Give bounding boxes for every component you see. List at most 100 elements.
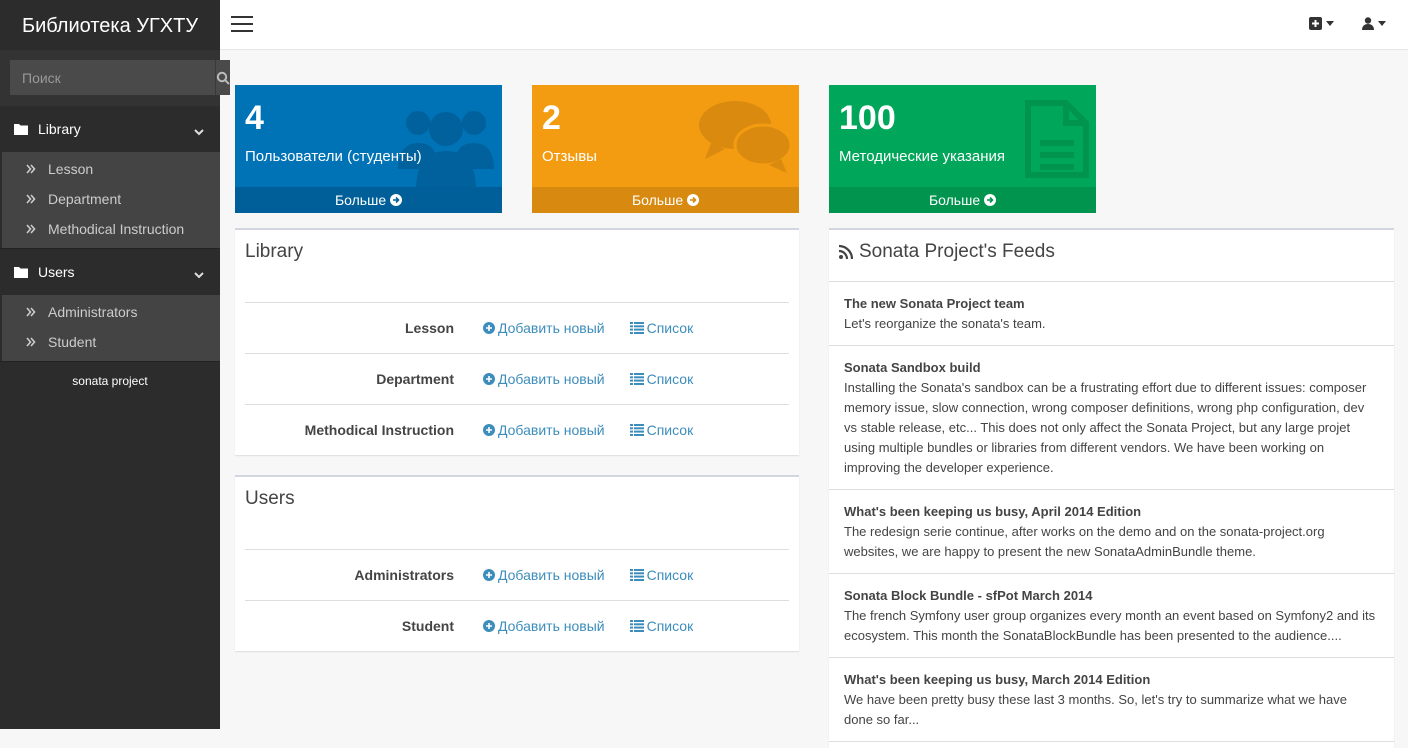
add-new-label: Добавить новый	[498, 320, 605, 336]
add-dropdown[interactable]	[1309, 17, 1334, 30]
list-item[interactable]: What's been keeping us busy, April 2014 …	[829, 490, 1394, 574]
plus-circle-icon	[483, 620, 495, 632]
nav-sub-library: Lesson Department Methodical Instruction	[0, 152, 220, 248]
plus-square-icon	[1309, 17, 1322, 30]
nav-header-label: Library	[38, 121, 81, 137]
stat-box-reviews: 2 Отзывы Больше	[532, 85, 799, 213]
sidebar-item-student[interactable]: Student	[2, 327, 220, 357]
users-panel: Users Administrators Добавить новый Спис…	[235, 475, 799, 651]
list-icon	[629, 569, 644, 581]
feeds-panel: Sonata Project's Feeds The new Sonata Pr…	[829, 228, 1394, 748]
list-item[interactable]: Sonata Block Bundle - sfPot March 2014 T…	[829, 574, 1394, 658]
stat-box-users: 4 Пользователи (студенты) Больше	[235, 85, 502, 213]
nav-group-library: Library Lesson Department Methodical Ins…	[0, 106, 220, 249]
rss-icon	[839, 245, 853, 259]
more-label: Больше	[631, 192, 684, 208]
sidebar-item-lesson[interactable]: Lesson	[2, 154, 220, 184]
feeds-title: Sonata Project's Feeds	[829, 230, 1394, 281]
caret-down-icon	[1378, 21, 1386, 26]
stat-label: Отзывы	[542, 148, 597, 165]
stat-box-instructions: 100 Методические указания Больше	[829, 85, 1096, 213]
nav-header-users[interactable]: Users	[0, 249, 220, 295]
sidebar-search	[0, 50, 230, 106]
list-item[interactable]: Sonata Sandbox build Installing the Sona…	[829, 346, 1394, 490]
sidebar-item-methodical-instruction[interactable]: Methodical Instruction	[2, 214, 220, 244]
nav-header-label: Users	[38, 264, 75, 280]
add-new-label: Добавить новый	[498, 618, 605, 634]
add-new-link[interactable]: Добавить новый	[483, 371, 605, 387]
add-new-link[interactable]: Добавить новый	[483, 618, 605, 634]
add-new-link[interactable]: Добавить новый	[483, 422, 605, 438]
arrow-circle-right-icon	[687, 194, 700, 206]
sidebar-footer[interactable]: sonata project	[0, 362, 220, 388]
stat-more-link[interactable]: Больше	[235, 187, 502, 213]
feeds-title-label: Sonata Project's Feeds	[859, 241, 1055, 262]
stat-number: 100	[839, 99, 896, 137]
sidebar-item-label: Administrators	[48, 304, 138, 320]
row-label: Department	[376, 371, 454, 387]
feed-item-body: The redesign serie continue, after works…	[844, 524, 1325, 559]
add-new-link[interactable]: Добавить новый	[483, 567, 605, 583]
list-label: Список	[646, 618, 694, 634]
search-input[interactable]	[10, 60, 215, 95]
table-row: Lesson Добавить новый Список	[245, 302, 789, 353]
sidebar-item-label: Lesson	[48, 161, 94, 177]
plus-circle-icon	[483, 569, 495, 581]
stat-more-link[interactable]: Больше	[532, 187, 799, 213]
add-new-label: Добавить новый	[498, 422, 605, 438]
feed-item-title: The new Sonata Project team	[844, 296, 1025, 311]
user-icon	[1362, 17, 1374, 30]
plus-circle-icon	[483, 373, 495, 385]
feed-item-body: The french Symfony user group organizes …	[844, 608, 1376, 643]
plus-circle-icon	[483, 424, 495, 436]
users-icon	[396, 99, 496, 192]
panel-title: Library	[245, 241, 304, 262]
double-chevron-right-icon	[26, 164, 36, 174]
list-label: Список	[646, 422, 694, 438]
add-new-label: Добавить новый	[498, 567, 605, 583]
list-icon	[629, 424, 644, 436]
list-icon	[629, 373, 644, 385]
menu-toggle-icon[interactable]	[231, 16, 253, 34]
row-label: Student	[401, 618, 454, 634]
nav-group-users: Users Administrators Student	[0, 249, 220, 362]
sidebar-item-label: Student	[48, 334, 97, 350]
list-label: Список	[646, 567, 694, 583]
brand-title[interactable]: Библиотека УГХТУ	[0, 0, 220, 50]
comments-icon	[697, 99, 793, 178]
list-label: Список	[646, 371, 694, 387]
users-admin-table: Administrators Добавить новый Список Stu…	[245, 549, 789, 651]
chevron-down-icon	[194, 266, 204, 282]
list-link[interactable]: Список	[629, 618, 694, 634]
sidebar-item-label: Department	[48, 191, 122, 207]
list-link[interactable]: Список	[629, 320, 693, 336]
list-link[interactable]: Список	[629, 371, 694, 387]
stat-number: 4	[245, 99, 264, 137]
list-link[interactable]: Список	[629, 422, 694, 438]
feed-item-body: We have been pretty busy these last 3 mo…	[844, 692, 1347, 727]
feed-item-title: What's been keeping us busy, April 2014 …	[844, 504, 1142, 519]
user-dropdown[interactable]	[1362, 17, 1386, 30]
list-item[interactable]: What's been keeping us busy, March 2014 …	[829, 658, 1394, 742]
library-panel: Library Lesson Добавить новый Список Dep…	[235, 228, 799, 455]
stat-more-link[interactable]: Больше	[829, 187, 1096, 213]
top-bar-actions	[1309, 17, 1386, 30]
search-button[interactable]	[215, 60, 230, 95]
more-label: Больше	[928, 192, 981, 208]
add-new-link[interactable]: Добавить новый	[483, 320, 605, 336]
nav-header-library[interactable]: Library	[0, 106, 220, 152]
feed-item-title: Sonata Sandbox build	[844, 360, 981, 375]
list-link[interactable]: Список	[629, 567, 694, 583]
feed-item-title: Sonata Block Bundle - sfPot March 2014	[844, 588, 1093, 603]
feed-item-body: Installing the Sonata's sandbox can be a…	[844, 380, 1367, 475]
sidebar-item-department[interactable]: Department	[2, 184, 220, 214]
list-icon	[629, 620, 644, 632]
top-bar	[220, 0, 1408, 50]
sidebar-item-administrators[interactable]: Administrators	[2, 297, 220, 327]
add-new-label: Добавить новый	[498, 371, 605, 387]
list-item[interactable]: The new Sonata Project team Let's reorga…	[829, 282, 1394, 346]
search-icon	[216, 71, 230, 85]
feed-list: The new Sonata Project team Let's reorga…	[829, 281, 1394, 742]
double-chevron-right-icon	[26, 307, 36, 317]
row-label: Administrators	[354, 567, 454, 583]
